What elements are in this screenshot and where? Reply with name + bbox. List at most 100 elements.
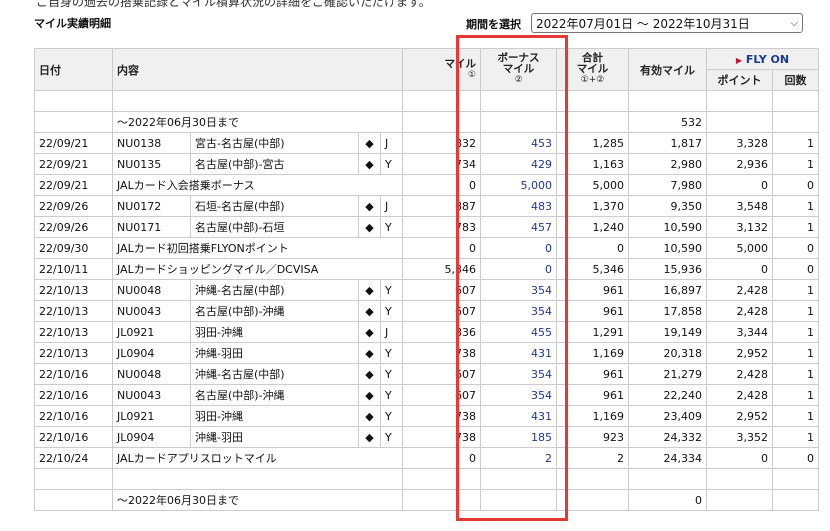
table-row-footer: 〜2022年06月30日まで 0 [34,489,820,511]
cell-effective: 19,149 [628,321,707,343]
cell-description: JALカードショッピングマイル／DCVISA [112,258,403,280]
cell-route: 羽田-沖縄 [190,405,359,427]
cell-points: 2,428 [706,363,773,385]
cell-count: 0 [771,174,820,196]
cell-miles: 0 [402,237,481,259]
cell-class: Y [380,300,403,322]
cell-points: 3,344 [706,321,773,343]
cell-description: 〜2022年06月30日まで [112,489,403,511]
cell-flight-code: NU0138 [112,132,191,154]
cell-miles: 0 [402,174,481,196]
cell-bonus: 0 [480,258,557,280]
cell-miles: 734 [402,153,481,175]
cell-miles: 783 [402,216,481,238]
cell-total [556,111,629,133]
cell-effective: 0 [628,489,707,511]
cell-class: Y [380,363,403,385]
cell-class: Y [380,216,403,238]
col-content: 内容 [112,48,403,91]
cell-route: 宮古-名古屋(中部) [190,132,359,154]
cell-route: 石垣-名古屋(中部) [190,195,359,217]
cell-date: 22/09/30 [34,237,113,259]
cell-effective: 2,980 [628,153,707,175]
cell-date: 22/10/11 [34,258,113,280]
cell-date: 22/10/13 [34,279,113,301]
cell-date: 22/09/21 [34,174,113,196]
cell-flight-code: NU0172 [112,195,191,217]
cell-bonus: 354 [480,279,557,301]
cell-mark: ◆ [358,426,381,448]
cell-flight-code: NU0043 [112,300,191,322]
cell-miles: 0 [402,447,481,469]
top-intro-text: ご自身の過去の搭乗記録とマイル積算状況の詳細をご確認いただけます。 [36,0,431,9]
cell-total: 961 [556,384,629,406]
cell-count [771,489,820,511]
cell-date: 22/10/24 [34,447,113,469]
cell-miles: 738 [402,342,481,364]
cell-mark: ◆ [358,279,381,301]
cell-bonus: 185 [480,426,557,448]
cell-effective: 21,279 [628,363,707,385]
col-effective: 有効マイル [628,48,707,91]
cell-count [771,111,820,133]
cell-effective: 7,980 [628,174,707,196]
cell-total: 5,346 [556,258,629,280]
cell-effective: 24,332 [628,426,707,448]
table-row: 22/10/16 JL0921 羽田-沖縄 ◆ Y 738 431 1,169 23,409 2,… [34,405,820,427]
cell-total: 1,370 [556,195,629,217]
cell-date [34,489,113,511]
cell-total: 1,169 [556,342,629,364]
cell-bonus: 2 [480,447,557,469]
cell-count: 1 [771,363,820,385]
mileage-table: 日付 内容 マイル ① ボーナス マイル ② 合計 マイル ①+② 有効マイル ▶ FLY… [34,48,820,511]
cell-date: 22/10/16 [34,405,113,427]
cell-points: 2,428 [706,279,773,301]
cell-class: Y [380,153,403,175]
cell-total: 1,240 [556,216,629,238]
cell-points: 2,428 [706,300,773,322]
table-row: 22/10/13 NU0048 沖縄-名古屋(中部) ◆ Y 607 354 961 16,89… [34,279,820,301]
cell-mark: ◆ [358,342,381,364]
cell-total: 0 [556,237,629,259]
cell-route: 沖縄-羽田 [190,342,359,364]
cell-flight-code: NU0043 [112,384,191,406]
cell-miles [402,489,481,511]
cell-miles: 832 [402,132,481,154]
cell-effective: 22,240 [628,384,707,406]
cell-mark: ◆ [358,132,381,154]
cell-points: 3,132 [706,216,773,238]
cell-effective: 9,350 [628,195,707,217]
cell-count: 0 [771,447,820,469]
table-row: 22/09/21 JALカード入会搭乗ボーナス 0 5,000 5,000 7,980 0 0 [34,174,820,196]
cell-date [34,111,113,133]
cell-date: 22/10/16 [34,384,113,406]
cell-bonus [480,111,557,133]
cell-description: JALカード初回搭乗FLYONポイント [112,237,403,259]
cell-class: Y [380,384,403,406]
cell-miles: 887 [402,195,481,217]
blank-row [34,468,820,490]
col-flyon[interactable]: ▶ FLY ON [705,48,820,70]
cell-count: 1 [771,321,820,343]
table-row: 22/10/24 JALカードアプリスロットマイル 0 2 2 24,334 0 0 [34,447,820,469]
cell-effective: 20,318 [628,342,707,364]
cell-effective: 532 [628,111,707,133]
cell-miles: 738 [402,426,481,448]
cell-effective: 10,590 [628,216,707,238]
cell-description: 〜2022年06月30日まで [112,111,403,133]
period-select[interactable]: 2022年07月01日 〜 2022年10月31日 ⌵ [531,13,803,33]
cell-mark: ◆ [358,405,381,427]
cell-count: 0 [771,237,820,259]
cell-total: 1,285 [556,132,629,154]
cell-effective: 16,897 [628,279,707,301]
cell-bonus: 483 [480,195,557,217]
cell-route: 名古屋(中部)-沖縄 [190,384,359,406]
col-bonus: ボーナス マイル ② [480,48,557,91]
cell-route: 沖縄-羽田 [190,426,359,448]
col-count: 回数 [771,69,820,91]
cell-date: 22/09/21 [34,132,113,154]
cell-flight-code: JL0921 [112,321,191,343]
cell-count: 1 [771,405,820,427]
cell-total [556,489,629,511]
cell-date: 22/10/13 [34,321,113,343]
